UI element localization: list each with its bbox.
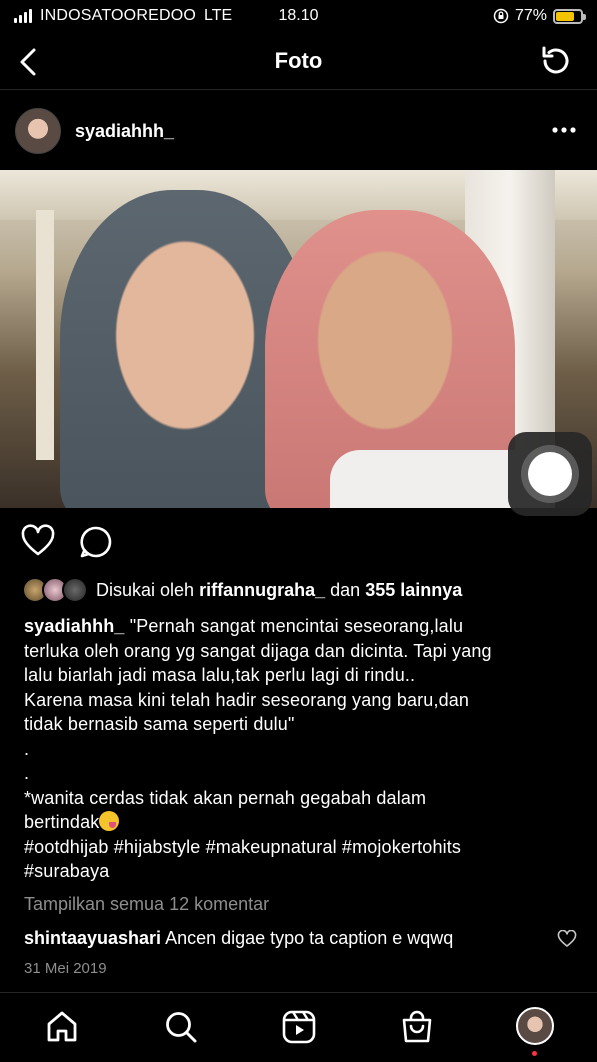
caption-hashtags[interactable]: #surabaya [24,859,584,884]
post-caption: syadiahhh_ "Pernah sangat mencintai sese… [24,614,584,884]
caption-text: tidak bernasib sama seperti dulu" [24,714,295,734]
photo-background [36,210,54,460]
caption-hashtags[interactable]: #ootdhijab #hijabstyle #makeupnatural #m… [24,835,584,860]
caption-text: "Pernah sangat mencintai seseorang,lalu [129,616,464,636]
bottom-tab-bar [0,992,597,1062]
assistive-touch-button[interactable] [508,432,592,516]
liker-avatars [22,577,90,603]
view-all-comments-link[interactable]: Tampilkan semua 12 komentar [24,894,269,915]
post-header: syadiahhh_ [0,100,597,164]
shop-icon[interactable] [399,1009,435,1045]
zany-face-emoji-icon [99,811,120,831]
page-title: Foto [274,48,323,73]
profile-avatar[interactable] [516,1007,554,1045]
caption-text: . [24,738,30,759]
post-date: 31 Mei 2019 [24,960,107,977]
battery-percent: 77% [514,7,547,24]
caption-text: bertindak [24,812,100,832]
comment-icon[interactable] [79,525,113,559]
search-icon[interactable] [163,1009,199,1045]
orientation-lock-icon [493,8,509,24]
likes-connector: dan [330,579,361,600]
caption-text: Karena masa kini telah hadir seseorang y… [24,689,470,710]
caption-username[interactable]: syadiahhh_ [24,616,125,636]
caption-text: . [24,763,30,783]
heart-icon[interactable] [20,524,56,558]
reels-icon[interactable] [281,1009,317,1045]
liker-username[interactable]: riffannugraha_ [199,580,325,601]
caption-text: *wanita cerdas tidak akan pernah gegabah… [24,787,427,808]
assistive-touch-dot [528,452,572,496]
likes-summary[interactable]: Disukai oleh riffannugraha_ dan 355 lain… [22,576,462,604]
comment-username[interactable]: shintaayuashari [24,928,161,948]
comment-item: shintaayuashari Ancen digae typo ta capt… [24,928,584,949]
post-actions [0,522,597,562]
top-nav: Foto [0,34,597,90]
heart-icon[interactable] [557,930,577,948]
battery-fill [556,11,575,21]
caption-text: terluka oleh orang yg sangat dijaga dan … [24,640,492,661]
likes-count[interactable]: 355 lainnya [365,580,462,601]
battery-icon [553,8,586,24]
home-icon[interactable] [44,1009,80,1045]
avatar[interactable] [15,108,61,154]
avatar [62,577,88,603]
comment-text: Ancen digae typo ta caption e wqwq [165,928,454,948]
likes-prefix: Disukai oleh [96,579,195,600]
post-username[interactable]: syadiahhh_ [75,121,174,142]
caption-text: lalu biarlah jadi masa lalu,tak perlu la… [24,665,416,685]
status-right: 77% [493,7,586,25]
status-bar: INDOSATOOREDOO LTE 18.10 77% [0,0,597,32]
refresh-icon[interactable] [537,43,573,79]
more-horizontal-icon[interactable] [551,118,577,142]
notification-dot [532,1051,537,1056]
